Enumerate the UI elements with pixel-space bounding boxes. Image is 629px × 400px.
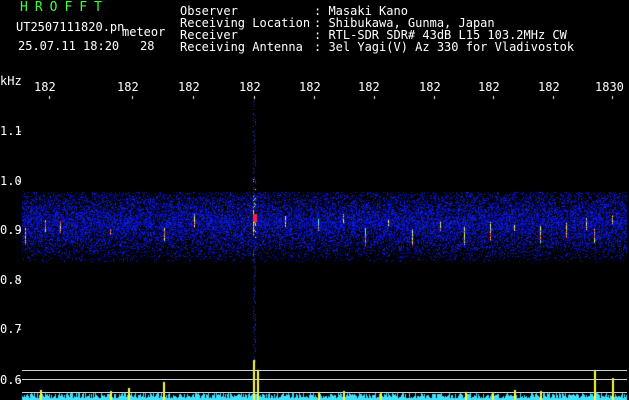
time-tick-label: 182: [478, 80, 500, 94]
time-tick-label: 182: [358, 80, 380, 94]
freq-tick-label: 0.7: [0, 322, 22, 336]
info-label-antenna: Receiving Antenna: [180, 40, 303, 54]
amplitude-reference-line: [22, 370, 627, 371]
freq-tick-label: 0.9: [0, 223, 22, 237]
amplitude-reference-line: [22, 392, 627, 393]
filename: UT2507111820.pn: [16, 20, 125, 34]
time-tick-label: 182: [299, 80, 321, 94]
freq-tick-label: 1.0: [0, 174, 22, 188]
freq-tick-label: 0.6: [0, 373, 22, 387]
freq-unit-label: kHz: [0, 74, 22, 88]
amplitude-reference-line: [22, 379, 627, 380]
meteor-label: meteor: [122, 25, 166, 39]
time-tick-label: 182: [419, 80, 441, 94]
time-tick-label: 182: [538, 80, 560, 94]
time-tick-label: 182: [117, 80, 139, 94]
time-tick-label: 182: [239, 80, 261, 94]
time-tick-label: 1830: [595, 80, 624, 94]
hrofft-screen: HROFFT UT2507111820.pn meteor 25.07.11 1…: [0, 0, 629, 400]
meteor-count: 28: [140, 39, 155, 53]
freq-tick-label: 0.8: [0, 273, 22, 287]
datetime: 25.07.11 18:20: [18, 39, 120, 53]
station-code: HROFFT: [20, 0, 109, 15]
freq-tick-label: 1.1: [0, 124, 22, 138]
info-value-antenna: : 3el Yagi(V) Az 330 for Vladivostok: [314, 40, 575, 54]
time-tick-label: 182: [34, 80, 56, 94]
time-tick-label: 182: [178, 80, 200, 94]
spectrogram-canvas: [0, 0, 629, 400]
